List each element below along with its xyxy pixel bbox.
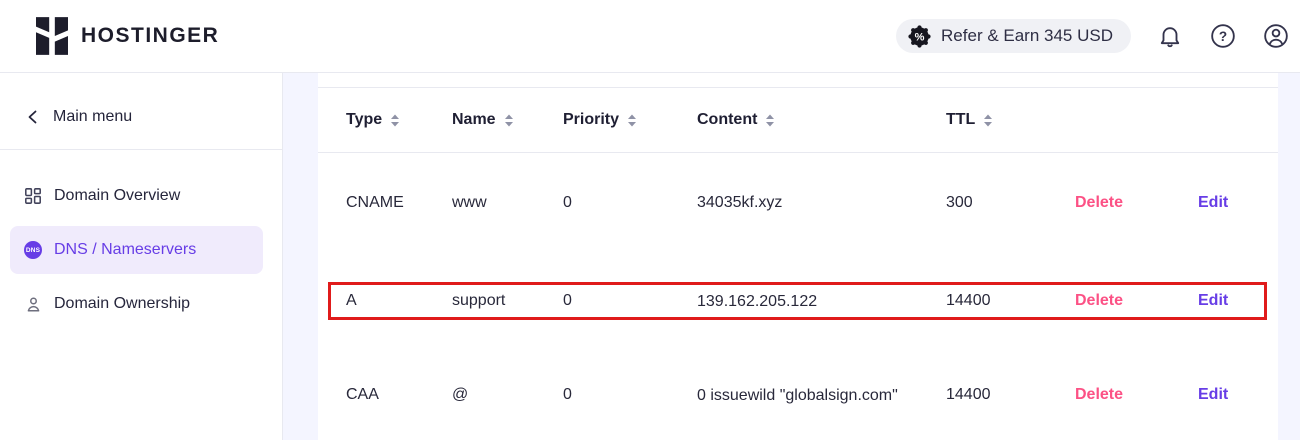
card-top-divider — [318, 73, 1278, 88]
main-content: Type Name Priority Content TTL — [284, 73, 1300, 440]
refer-earn-label: Refer & Earn 345 USD — [941, 26, 1113, 46]
refer-earn-button[interactable]: % Refer & Earn 345 USD — [896, 19, 1131, 53]
column-header-priority[interactable]: Priority — [563, 111, 697, 129]
cell-type: CNAME — [346, 194, 452, 212]
topbar-actions: % Refer & Earn 345 USD ? — [896, 19, 1290, 53]
notifications-button[interactable] — [1156, 22, 1184, 50]
sort-icon — [765, 114, 775, 127]
svg-text:%: % — [915, 31, 925, 43]
column-header-content[interactable]: Content — [697, 111, 946, 129]
cell-type: CAA — [346, 386, 452, 404]
edit-record-button[interactable]: Edit — [1198, 386, 1228, 404]
sort-icon — [390, 114, 400, 127]
cell-content: 139.162.205.122 — [697, 288, 905, 315]
sort-icon — [627, 114, 637, 127]
hostinger-logo[interactable]: HOSTINGER — [36, 17, 219, 55]
cell-priority: 0 — [563, 194, 697, 212]
percent-badge-icon: % — [908, 25, 931, 48]
sidebar-item-label: Domain Ownership — [54, 295, 190, 313]
dns-icon: DNS — [24, 241, 42, 259]
column-header-name[interactable]: Name — [452, 111, 563, 129]
cell-priority: 0 — [563, 386, 697, 404]
dns-record-row-a-highlighted: A support 0 139.162.205.122 14400 Delete… — [318, 252, 1278, 350]
sidebar-nav: Domain Overview DNS DNS / Nameservers Do… — [0, 172, 282, 328]
grid-icon — [24, 187, 42, 205]
account-icon — [1263, 23, 1289, 49]
account-button[interactable] — [1262, 22, 1290, 50]
dns-record-row-caa: CAA @ 0 0 issuewild "globalsign.com" 144… — [318, 350, 1278, 440]
cell-ttl: 14400 — [946, 386, 1075, 404]
sidebar-item-label: DNS / Nameservers — [54, 241, 196, 259]
edit-record-button[interactable]: Edit — [1198, 292, 1228, 310]
main-menu-label: Main menu — [53, 108, 132, 126]
table-header-row: Type Name Priority Content TTL — [318, 88, 1278, 153]
column-header-type[interactable]: Type — [346, 111, 452, 129]
cell-content: 34035kf.xyz — [697, 189, 905, 216]
sidebar: Main menu Domain Overview DNS DNS / Name… — [0, 73, 283, 440]
delete-record-button[interactable]: Delete — [1075, 386, 1123, 404]
brand-name: HOSTINGER — [81, 24, 219, 48]
sidebar-item-label: Domain Overview — [54, 187, 180, 205]
cell-name: support — [452, 292, 563, 310]
dns-record-row-cname: CNAME www 0 34035kf.xyz 300 Delete Edit — [318, 153, 1278, 252]
dns-records-card: Type Name Priority Content TTL — [318, 73, 1278, 440]
cell-name: www — [452, 194, 563, 212]
cell-ttl: 14400 — [946, 292, 1075, 310]
help-icon: ? — [1210, 23, 1236, 49]
person-icon — [24, 295, 42, 313]
help-button[interactable]: ? — [1209, 22, 1237, 50]
delete-record-button[interactable]: Delete — [1075, 194, 1123, 212]
cell-type: A — [346, 292, 452, 310]
sidebar-item-domain-overview[interactable]: Domain Overview — [10, 172, 263, 220]
cell-name: @ — [452, 386, 563, 404]
hostinger-logo-icon — [36, 17, 68, 55]
cell-ttl: 300 — [946, 194, 1075, 212]
edit-record-button[interactable]: Edit — [1198, 194, 1228, 212]
sort-icon — [504, 114, 514, 127]
bell-icon — [1157, 23, 1183, 49]
cell-priority: 0 — [563, 292, 697, 310]
main-menu-back-button[interactable]: Main menu — [0, 73, 282, 150]
sidebar-item-domain-ownership[interactable]: Domain Ownership — [10, 280, 263, 328]
column-header-ttl[interactable]: TTL — [946, 111, 1075, 129]
cell-content: 0 issuewild "globalsign.com" — [697, 382, 905, 409]
svg-text:?: ? — [1219, 29, 1227, 44]
delete-record-button[interactable]: Delete — [1075, 292, 1123, 310]
sidebar-item-dns-nameservers[interactable]: DNS DNS / Nameservers — [10, 226, 263, 274]
sort-icon — [983, 114, 993, 127]
chevron-left-icon — [27, 110, 38, 124]
table-body: CNAME www 0 34035kf.xyz 300 Delete Edit … — [318, 153, 1278, 440]
topbar: HOSTINGER % Refer & Earn 345 USD — [0, 0, 1300, 73]
